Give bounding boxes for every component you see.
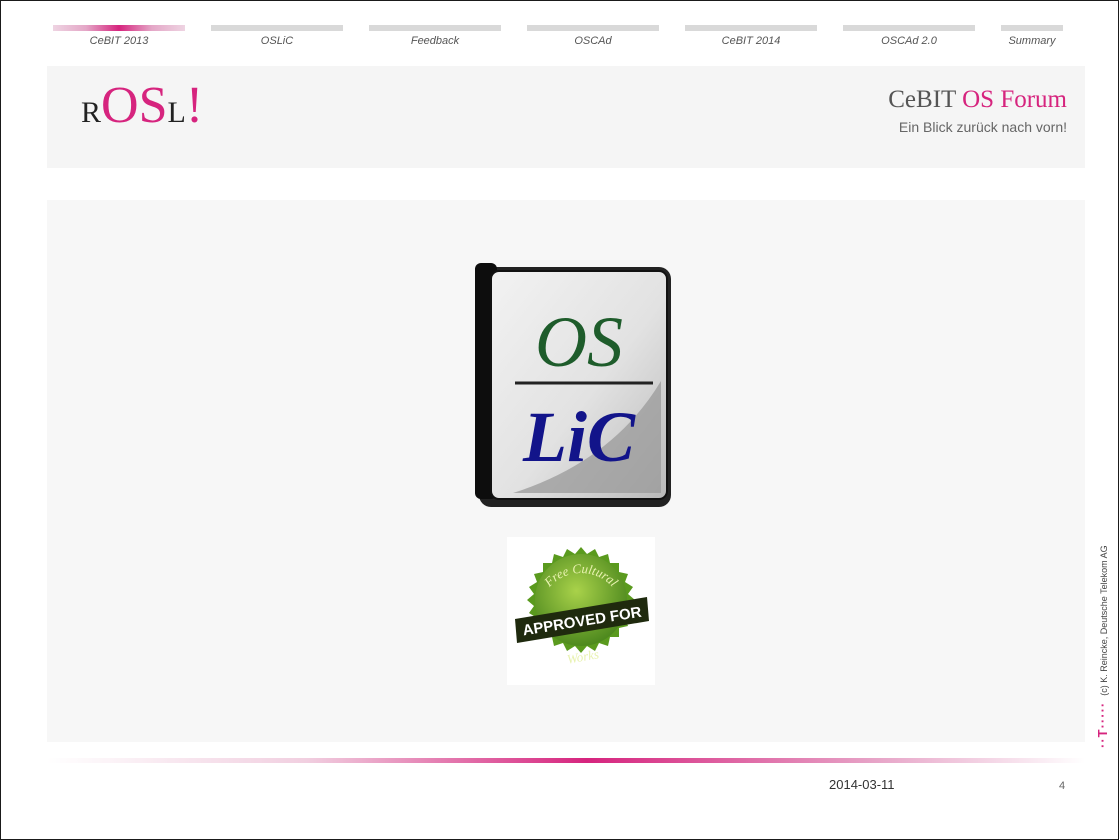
- nav-progress-bar: [53, 25, 185, 31]
- oslic-book-logo: OS LiC: [475, 263, 671, 507]
- slide-header: ROSL! CeBIT OS Forum Ein Blick zurück na…: [47, 66, 1085, 168]
- nav-progress-bar: [211, 25, 343, 31]
- nav-progress-bar: [527, 25, 659, 31]
- approved-seal-graphic: Free Cultural APPROVED FOR Works: [515, 547, 649, 667]
- nav-label: OSLiC: [260, 35, 294, 47]
- logo-letter-r: R: [81, 96, 102, 129]
- nav-progress-bar: [1001, 25, 1063, 31]
- slide-date: 2014-03-11: [829, 777, 895, 792]
- forum-subtitle: Ein Blick zurück nach vorn!: [898, 119, 1067, 135]
- logo-exclamation: !: [185, 77, 204, 134]
- top-navigation: CeBIT 2013 OSLiC Feedback OSCAd CeBIT 20…: [53, 25, 1071, 55]
- book-text-lic: LiC: [522, 397, 636, 477]
- forum-title-forum: Forum: [994, 86, 1067, 113]
- logo-letter-l: L: [167, 96, 186, 129]
- slide-frame: CeBIT 2013 OSLiC Feedback OSCAd CeBIT 20…: [0, 0, 1119, 840]
- nav-item-cebit-2013[interactable]: CeBIT 2013: [53, 25, 185, 55]
- nav-label: CeBIT 2014: [721, 35, 781, 47]
- nav-item-oslic[interactable]: OSLiC: [211, 25, 343, 55]
- nav-item-cebit-2014[interactable]: CeBIT 2014: [685, 25, 817, 55]
- nav-label: Feedback: [410, 35, 460, 47]
- seal-bottom-text: Works: [566, 646, 600, 666]
- nav-item-oscad-2-0[interactable]: OSCAd 2.0: [843, 25, 975, 55]
- page-number: 4: [1059, 780, 1066, 792]
- forum-title-os: OS: [962, 86, 995, 113]
- free-cultural-works-badge: Free Cultural APPROVED FOR Works: [507, 537, 655, 685]
- nav-item-oscad[interactable]: OSCAd: [527, 25, 659, 55]
- forum-title: CeBIT OS Forum: [888, 86, 1067, 114]
- nav-progress-bar: [369, 25, 501, 31]
- copyright-text: (c) K. Reincke, Deutsche Telekom AG: [1099, 545, 1109, 696]
- logo-letters-os: OS: [101, 77, 168, 134]
- nav-item-summary[interactable]: Summary: [1001, 25, 1063, 55]
- nav-progress-bar: [843, 25, 975, 31]
- nav-label: OSCAd: [574, 35, 612, 47]
- footer-accent-line: [47, 758, 1085, 763]
- telekom-t-logo: ··T·····: [1095, 701, 1110, 748]
- nav-label: Summary: [1008, 35, 1056, 47]
- nav-label: CeBIT 2013: [89, 35, 149, 47]
- book-text-os: OS: [535, 302, 623, 382]
- side-copyright: ··T····· (c) K. Reincke, Deutsche Telekom…: [1094, 545, 1112, 748]
- nav-item-feedback[interactable]: Feedback: [369, 25, 501, 55]
- rosl-logo: ROSL!: [81, 76, 203, 135]
- nav-progress-bar: [685, 25, 817, 31]
- nav-label: OSCAd 2.0: [881, 35, 937, 47]
- slide-content: OS LiC Free Cultural APPROVED FOR Works: [47, 200, 1085, 742]
- forum-title-cebit: CeBIT: [888, 86, 963, 113]
